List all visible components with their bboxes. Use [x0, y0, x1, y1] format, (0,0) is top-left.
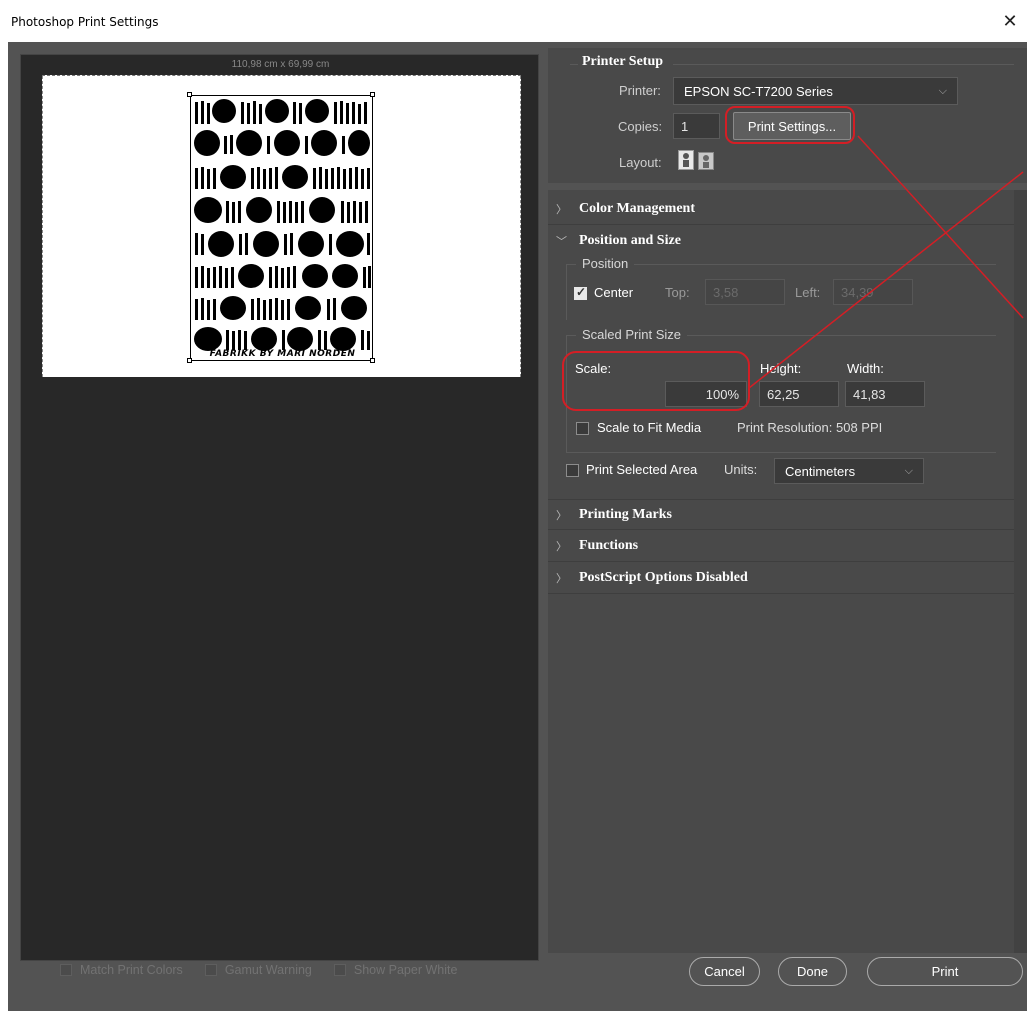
artwork-image[interactable]: FABRIKK BY MARI NORDÉN: [190, 95, 373, 361]
printer-setup-header: Printer Setup: [582, 54, 664, 69]
artwork-pattern: [194, 99, 371, 351]
print-preview: 110,98 cm x 69,99 cm FABRIKK BY MARI NOR…: [20, 54, 539, 961]
settings-scrollbar[interactable]: [1014, 190, 1027, 953]
match-print-colors-checkbox[interactable]: [60, 964, 72, 976]
print-button[interactable]: Print: [867, 957, 1023, 986]
settings-panel: Printer Setup Printer: EPSON SC-T7200 Se…: [548, 48, 1027, 953]
functions-title: Functions: [579, 538, 639, 553]
landscape-layout-icon[interactable]: [698, 152, 714, 170]
artwork-caption: FABRIKK BY MARI NORDÉN: [209, 349, 356, 359]
layout-label: Layout:: [619, 155, 662, 170]
color-management-title: Color Management: [579, 201, 695, 216]
print-selected-area-label: Print Selected Area: [586, 462, 698, 477]
scale-to-fit-checkbox[interactable]: [576, 422, 589, 435]
chevron-right-icon: 〉: [556, 573, 567, 585]
window-title: Photoshop Print Settings: [11, 15, 159, 29]
width-label: Width:: [847, 361, 884, 376]
left-label: Left:: [795, 285, 821, 300]
chevron-down-icon: ⌵: [904, 464, 913, 477]
print-resolution-text: Print Resolution: 508 PPI: [737, 420, 883, 435]
height-field[interactable]: 62,25: [759, 381, 839, 407]
close-icon[interactable]: ✕: [999, 10, 1021, 32]
scale-field[interactable]: 100%: [665, 381, 747, 407]
gamut-warning-checkbox[interactable]: [204, 964, 217, 976]
width-field[interactable]: 41,83: [845, 381, 925, 407]
gamut-warning-option[interactable]: Gamut Warning: [204, 963, 312, 977]
chevron-right-icon: 〉: [556, 204, 567, 216]
printer-value: EPSON SC-T7200 Series: [684, 83, 833, 99]
position-and-size-title: Position and Size: [579, 233, 681, 248]
position-group-title: Position: [576, 256, 635, 271]
paper-edge-left: [42, 76, 43, 377]
postscript-options-section[interactable]: 〉 PostScript Options Disabled: [548, 563, 1014, 594]
resize-handle-br[interactable]: [370, 358, 375, 363]
chevron-right-icon: 〉: [556, 541, 567, 553]
top-field[interactable]: 3,58: [705, 279, 785, 305]
resize-handle-bl[interactable]: [187, 358, 192, 363]
center-label: Center: [594, 285, 634, 300]
height-label: Height:: [760, 361, 802, 376]
functions-section[interactable]: 〉 Functions: [548, 531, 1014, 562]
printing-marks-section[interactable]: 〉 Printing Marks: [548, 499, 1014, 530]
chevron-right-icon: 〉: [556, 510, 567, 522]
section-separator: [548, 183, 1027, 190]
cancel-button[interactable]: Cancel: [689, 957, 760, 986]
printing-marks-title: Printing Marks: [579, 507, 672, 522]
chevron-down-icon: ⌵: [938, 84, 947, 97]
print-settings-button[interactable]: Print Settings...: [733, 112, 851, 140]
preview-options: Match Print Colors Gamut Warning Show Pa…: [60, 960, 457, 980]
postscript-options-title: PostScript Options Disabled: [579, 570, 748, 585]
left-field[interactable]: 34,39: [833, 279, 913, 305]
resize-handle-tr[interactable]: [370, 92, 375, 97]
group-rule: [673, 64, 1014, 65]
group-rule: [570, 64, 578, 65]
scaled-print-size-title: Scaled Print Size: [576, 327, 687, 342]
units-select[interactable]: Centimeters ⌵: [774, 458, 924, 484]
paper-edge-right: [520, 76, 521, 377]
scale-label: Scale:: [575, 361, 612, 376]
gamut-warning-label: Gamut Warning: [224, 963, 312, 977]
print-selected-area-checkbox[interactable]: [566, 464, 579, 477]
show-paper-white-option[interactable]: Show Paper White: [333, 963, 458, 977]
color-management-section[interactable]: 〉 Color Management: [548, 194, 1014, 225]
printer-label: Printer:: [619, 83, 661, 98]
show-paper-white-checkbox[interactable]: [333, 964, 346, 976]
units-label: Units:: [724, 462, 758, 477]
done-button[interactable]: Done: [778, 957, 847, 986]
match-print-colors-label: Match Print Colors: [80, 963, 183, 977]
printer-select[interactable]: EPSON SC-T7200 Series ⌵: [673, 77, 958, 105]
show-paper-white-label: Show Paper White: [353, 963, 458, 977]
center-checkbox[interactable]: [574, 285, 587, 300]
scale-to-fit-label: Scale to Fit Media: [597, 420, 702, 435]
portrait-layout-icon[interactable]: [678, 150, 694, 170]
match-print-colors-option[interactable]: Match Print Colors: [60, 963, 183, 977]
print-dialog: 110,98 cm x 69,99 cm FABRIKK BY MARI NOR…: [8, 42, 1027, 1011]
resize-handle-tl[interactable]: [187, 92, 192, 97]
copies-field[interactable]: 1: [673, 113, 720, 139]
top-label: Top:: [665, 285, 690, 300]
title-bar: Photoshop Print Settings ✕: [0, 0, 1027, 42]
paper-sheet: FABRIKK BY MARI NORDÉN: [42, 75, 521, 377]
paper-dimensions: 110,98 cm x 69,99 cm: [231, 59, 330, 70]
copies-label: Copies:: [618, 119, 663, 134]
units-value: Centimeters: [785, 463, 856, 479]
position-and-size-section[interactable]: ﹀ Position and Size: [548, 226, 1014, 257]
chevron-down-icon: ﹀: [556, 236, 567, 248]
